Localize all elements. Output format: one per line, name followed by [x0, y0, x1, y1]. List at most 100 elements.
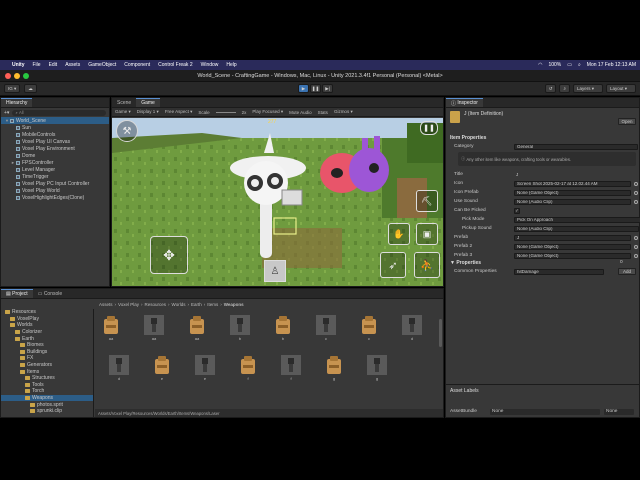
project-folder-item[interactable]: Generators [1, 362, 93, 369]
hierarchy-item[interactable]: Voxel Play World [1, 187, 109, 194]
project-folder-item[interactable]: Tools [1, 382, 93, 389]
project-folder-item[interactable]: Biomes [1, 342, 93, 349]
project-folder-item[interactable]: photos.sprit [1, 401, 93, 408]
object-picker-icon[interactable] [634, 253, 638, 258]
menu-gameobject[interactable]: GameObject [88, 62, 116, 68]
asset-item[interactable]: c [357, 315, 381, 345]
project-folder-item[interactable]: Weapons [1, 394, 93, 402]
search-icon[interactable]: ⌕ [578, 62, 581, 68]
field-value[interactable]: None (Game Object) [514, 189, 631, 196]
asset-bundle-dropdown[interactable]: None [490, 408, 600, 415]
project-folder-item[interactable]: Torch [1, 388, 93, 395]
object-picker-icon[interactable] [634, 199, 638, 204]
asset-item[interactable]: b [271, 315, 295, 345]
pickaxe-hud-icon[interactable]: ⛏ [416, 190, 438, 212]
jump-hud-icon[interactable]: ⛹ [414, 252, 440, 278]
menu-help[interactable]: Help [226, 62, 236, 68]
project-folder-item[interactable]: Buildings [1, 349, 93, 356]
hierarchy-item[interactable]: Sun [1, 124, 109, 131]
pause-button[interactable]: ❚❚ [310, 84, 321, 93]
build-hud-icon[interactable]: ▣ [416, 223, 438, 245]
field-value[interactable]: J [514, 172, 638, 178]
field-value[interactable]: ✓ [514, 207, 520, 214]
field-value[interactable]: J [514, 234, 631, 241]
menu-window[interactable]: Window [201, 62, 219, 68]
display-number-dropdown[interactable]: Display 1 ▾ [137, 109, 159, 115]
cloud-icon[interactable]: ☁ [24, 84, 37, 93]
object-picker-icon[interactable] [634, 244, 638, 249]
asset-item[interactable]: f [236, 355, 260, 385]
breadcrumb-item[interactable]: Voxel Play [118, 302, 139, 307]
breadcrumb-item[interactable]: Items [207, 302, 218, 307]
battery-icon[interactable]: ▭ [567, 62, 572, 68]
open-button[interactable]: Open [618, 118, 636, 125]
tab-game[interactable]: Game [136, 98, 160, 107]
dpad-joystick-icon[interactable]: ✥ [150, 236, 188, 274]
project-folder-item[interactable]: Items [1, 368, 93, 375]
hierarchy-search-input[interactable]: ⌕ All [12, 109, 106, 116]
game-viewport[interactable]: ⚒ 277 ❚❚ ⛏ ✋ ▣ ➶ ⛹ ✥ ♙ [112, 118, 443, 286]
menu-component[interactable]: Component [124, 62, 150, 68]
inventory-button-icon[interactable]: ⚒ [116, 120, 138, 142]
breadcrumb-item[interactable]: Weapons [224, 302, 244, 307]
field-value[interactable]: None (Game Object) [514, 252, 631, 259]
gizmos-dropdown[interactable]: Gizmos ▾ [334, 109, 353, 115]
asset-item[interactable]: e [193, 355, 217, 385]
project-folder-item[interactable]: FX [1, 355, 93, 362]
asset-item[interactable]: aa [185, 315, 209, 345]
asset-item[interactable]: g [365, 355, 389, 385]
category-dropdown[interactable]: General [514, 143, 638, 150]
breadcrumb-item[interactable]: Assets [99, 302, 113, 307]
menu-file[interactable]: File [33, 62, 41, 68]
hierarchy-item[interactable]: Voxel Play UI Canvas [1, 138, 109, 145]
app-menu[interactable]: Unity [12, 62, 25, 68]
hierarchy-item[interactable]: Level Manager [1, 166, 109, 173]
asset-item[interactable]: e [150, 355, 174, 385]
hierarchy-item[interactable]: ► FPSController [1, 159, 109, 166]
history-icon[interactable]: ↺ [544, 84, 557, 93]
hand-hud-icon[interactable]: ✋ [388, 223, 410, 245]
breadcrumb-item[interactable]: Earth [191, 302, 202, 307]
menu-edit[interactable]: Edit [49, 62, 58, 68]
asset-item[interactable]: d [107, 355, 131, 385]
field-value[interactable]: Pick On Approach [514, 216, 640, 223]
project-folder-item[interactable]: Earth [1, 335, 93, 342]
project-folder-item[interactable]: Colorizer [1, 329, 93, 336]
tab-project[interactable]: ▤ Project [1, 289, 33, 298]
asset-item[interactable]: b [228, 315, 252, 345]
hierarchy-item[interactable]: MobileControls [1, 131, 109, 138]
hierarchy-item[interactable]: Voxel Play Environment [1, 145, 109, 152]
field-value[interactable]: Screen Shot 2025-02-17 at 12.02.44 AM [514, 180, 631, 187]
display-dropdown[interactable]: Game ▾ [115, 109, 131, 115]
object-picker-icon[interactable] [634, 181, 638, 186]
stats-toggle[interactable]: Stats [318, 110, 328, 115]
project-folder-item[interactable]: VoxelPlay [1, 316, 93, 323]
project-folder-item[interactable]: Structures [1, 375, 93, 382]
object-picker-icon[interactable] [634, 235, 638, 240]
asset-item[interactable]: d [400, 315, 424, 345]
layout-dropdown[interactable]: Layout ▾ [606, 84, 636, 93]
tab-console[interactable]: ▭ Console [33, 289, 67, 298]
object-picker-icon[interactable] [634, 190, 638, 195]
play-button[interactable]: ▶ [298, 84, 309, 93]
scale-slider[interactable] [215, 111, 236, 113]
account-button[interactable]: IG ▾ [4, 84, 21, 93]
hierarchy-item[interactable]: VoxelHighlightEdges(Clone) [1, 194, 109, 201]
add-property-button[interactable]: Add [618, 268, 636, 275]
rocket-hud-icon[interactable]: ➶ [380, 252, 406, 278]
menu-control-freak-2[interactable]: Control Freak 2 [158, 62, 192, 68]
asset-bundle-variant-dropdown[interactable]: None [604, 408, 634, 415]
breadcrumb-item[interactable]: Resources [145, 302, 167, 307]
project-folder-item[interactable]: Resources [1, 309, 93, 316]
tab-hierarchy[interactable]: Hierarchy [1, 98, 33, 107]
hierarchy-item[interactable]: Voxel Play PC Input Controller [1, 180, 109, 187]
hierarchy-item[interactable]: Dome [1, 152, 109, 159]
project-folder-item[interactable]: sprunki.clip [1, 408, 93, 415]
hierarchy-item[interactable]: ▼ World_Scene [1, 117, 109, 124]
menu-assets[interactable]: Assets [65, 62, 80, 68]
step-button[interactable]: ▶| [322, 84, 333, 93]
wifi-icon[interactable]: ◠ [538, 62, 542, 68]
field-value[interactable]: None (Audio Clip) [514, 225, 639, 232]
breadcrumb-item[interactable]: Worlds [172, 302, 186, 307]
layers-dropdown[interactable]: Layers ▾ [573, 84, 603, 93]
